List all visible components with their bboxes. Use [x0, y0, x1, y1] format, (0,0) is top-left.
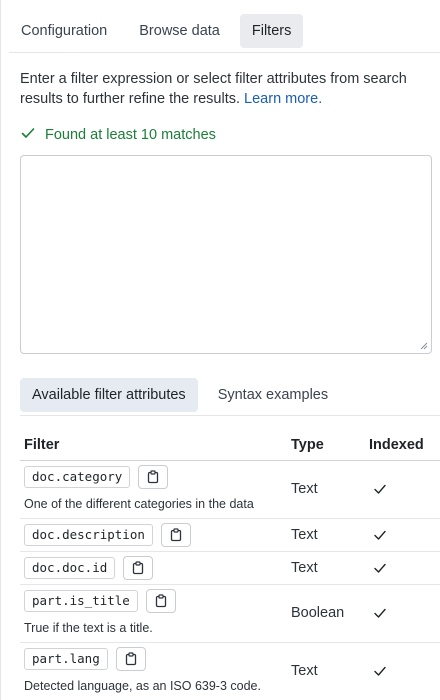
filter-cell: part.lang Detected language, as an ISO 6… [20, 642, 287, 700]
header-indexed: Indexed [365, 430, 440, 461]
match-status: Found at least 10 matches [20, 125, 216, 145]
copy-button[interactable] [145, 589, 176, 613]
attribute-name: doc.description [24, 523, 153, 546]
main-tabs: Configuration Browse data Filters [9, 14, 304, 50]
check-icon [20, 125, 36, 145]
filters-description: Enter a filter expression or select filt… [20, 69, 420, 109]
check-icon [373, 528, 437, 542]
table-row: doc.category One of the different catego… [20, 460, 440, 519]
filter-cell: part.is_title True if the text is a titl… [20, 584, 287, 643]
attribute-description: One of the different categories in the d… [24, 497, 254, 511]
copy-button[interactable] [138, 465, 169, 489]
attribute-name: part.lang [24, 648, 108, 670]
attribute-name: doc.category [24, 466, 131, 488]
filters-panel: Configuration Browse data Filters Enter … [0, 0, 440, 700]
type-cell: Text [287, 518, 365, 552]
filter-expression-input[interactable] [20, 155, 432, 354]
indexed-cell [365, 518, 440, 552]
table-row: doc.description Text [20, 518, 440, 552]
copy-button[interactable] [160, 522, 191, 547]
indexed-cell [365, 551, 440, 585]
check-icon [373, 482, 437, 496]
copy-button[interactable] [115, 647, 146, 671]
tab-available-filter-attributes[interactable]: Available filter attributes [20, 378, 198, 412]
sub-tabs: Available filter attributes Syntax examp… [20, 378, 340, 412]
copy-button[interactable] [123, 555, 154, 580]
tab-configuration[interactable]: Configuration [9, 14, 119, 48]
clipboard-icon [170, 527, 182, 541]
header-filter: Filter [20, 430, 287, 461]
filter-attributes-table: Filter Type Indexed doc.category One of … [20, 430, 440, 700]
filter-cell: doc.description [20, 518, 287, 552]
table-row: doc.doc.id Text [20, 551, 440, 585]
type-cell: Text [287, 460, 365, 519]
attribute-description: Detected language, as an ISO 639-3 code. [24, 679, 261, 693]
clipboard-icon [155, 594, 166, 608]
type-cell: Text [287, 642, 365, 700]
header-type: Type [287, 430, 365, 461]
check-icon [373, 606, 437, 620]
check-icon [373, 561, 437, 575]
table-row: part.is_title True if the text is a titl… [20, 584, 440, 643]
description-text: Enter a filter expression or select filt… [20, 71, 407, 107]
check-icon [373, 664, 437, 678]
attribute-name: part.is_title [24, 590, 138, 612]
filter-cell: doc.doc.id [20, 551, 287, 585]
indexed-cell [365, 642, 440, 700]
indexed-cell [365, 584, 440, 643]
table-row: part.lang Detected language, as an ISO 6… [20, 642, 440, 700]
learn-more-link[interactable]: Learn more. [244, 91, 322, 107]
clipboard-icon [125, 652, 136, 666]
tab-browse-data[interactable]: Browse data [127, 14, 232, 48]
match-status-text: Found at least 10 matches [45, 127, 216, 143]
tab-filters[interactable]: Filters [239, 14, 304, 48]
attribute-description: True if the text is a title. [24, 621, 153, 635]
clipboard-icon [133, 560, 144, 574]
table-header-row: Filter Type Indexed [20, 430, 440, 461]
type-cell: Text [287, 551, 365, 585]
type-cell: Boolean [287, 584, 365, 643]
attribute-name: doc.doc.id [24, 556, 116, 579]
tabs-divider [9, 52, 440, 53]
indexed-cell [365, 460, 440, 519]
resize-handle-icon[interactable] [420, 342, 428, 350]
subtabs-divider [20, 415, 440, 416]
tab-syntax-examples[interactable]: Syntax examples [206, 378, 340, 412]
clipboard-icon [148, 470, 159, 484]
filter-cell: doc.category One of the different catego… [20, 460, 287, 519]
